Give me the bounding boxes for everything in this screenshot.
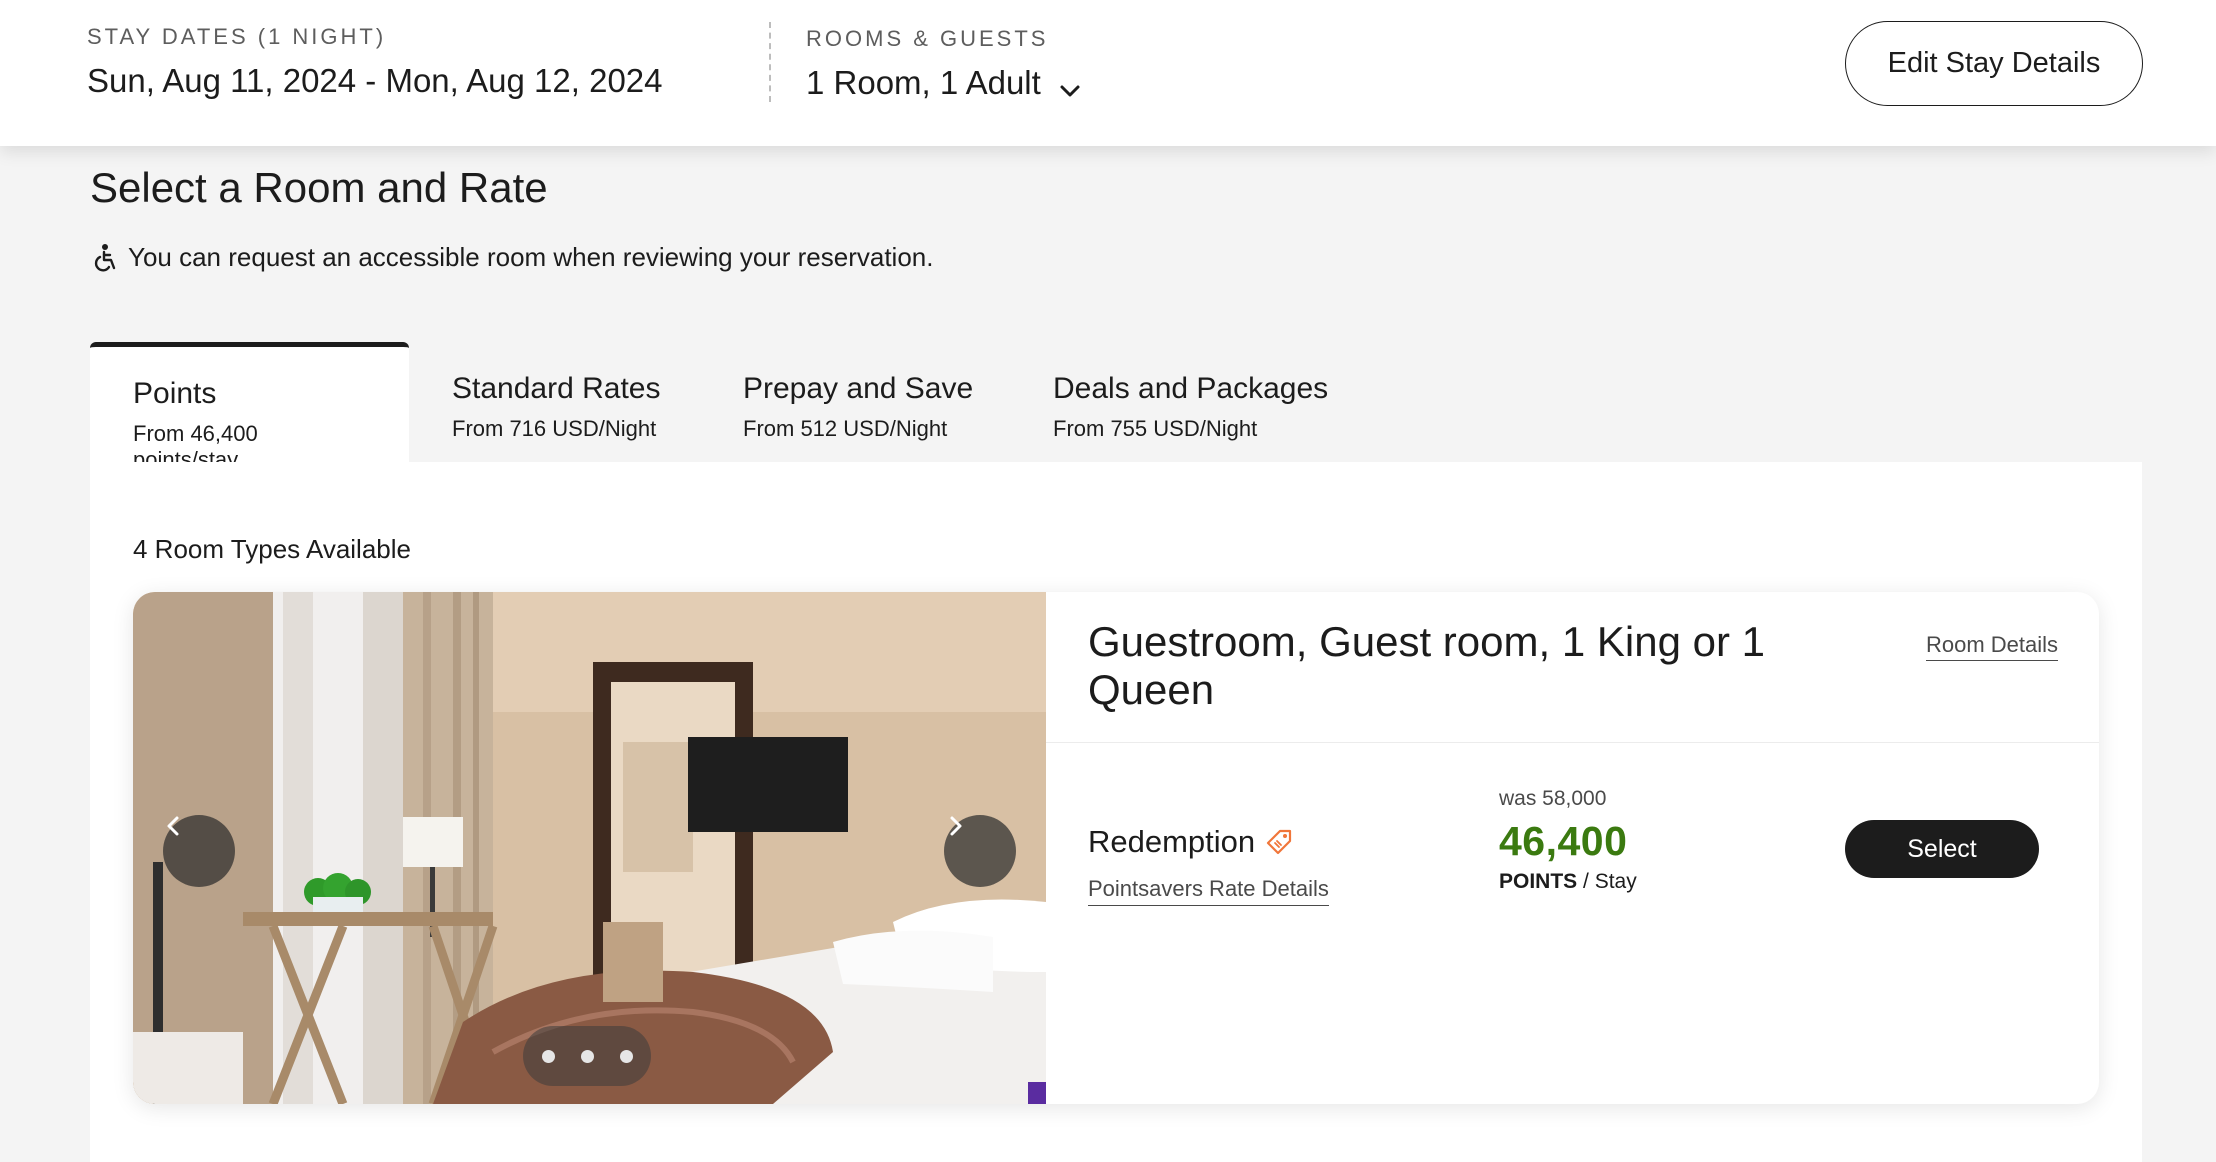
carousel-next-button[interactable] xyxy=(944,815,1016,887)
tab-label: Prepay and Save xyxy=(743,372,974,405)
accessibility-note: You can request an accessible room when … xyxy=(92,242,933,273)
stay-dates-value: Sun, Aug 11, 2024 - Mon, Aug 12, 2024 xyxy=(87,62,663,99)
rooms-guests-label: ROOMS & GUESTS xyxy=(806,26,1049,51)
rate-name: Redemption xyxy=(1088,824,1293,860)
room-types-count: 4 Room Types Available xyxy=(133,534,411,564)
select-rate-button[interactable]: Select xyxy=(1845,820,2039,878)
price-unit-bold: POINTS xyxy=(1499,870,1578,893)
tab-prepay-and-save[interactable]: Prepay and Save From 512 USD/Night xyxy=(700,342,1016,462)
edit-stay-details-button[interactable]: Edit Stay Details xyxy=(1845,21,2143,106)
tab-points[interactable]: Points From 46,400 points/stay xyxy=(90,342,409,472)
carousel-dot[interactable] xyxy=(619,1049,633,1063)
price-unit: POINTS / Stay xyxy=(1499,870,1637,894)
room-card: Guestroom, Guest room, 1 King or 1 Queen… xyxy=(133,592,2099,1104)
room-details-link[interactable]: Room Details xyxy=(1926,632,2059,661)
chevron-down-icon xyxy=(1059,72,1081,97)
room-photo xyxy=(133,592,1046,1104)
points-price: 46,400 xyxy=(1499,818,1628,864)
rates-panel: 4 Room Types Available Guestroom, Guest … xyxy=(90,462,2142,1162)
tab-deals-and-packages[interactable]: Deals and Packages From 755 USD/Night xyxy=(1010,342,1371,462)
tab-sublabel: From 755 USD/Night xyxy=(1053,416,1258,441)
tab-label: Points xyxy=(133,377,217,410)
room-title: Guestroom, Guest room, 1 King or 1 Queen xyxy=(1088,618,1765,713)
rooms-guests: ROOMS & GUESTS 1 Room, 1 Adult xyxy=(806,26,1081,102)
pointsavers-rate-details-link[interactable]: Pointsavers Rate Details xyxy=(1088,876,1329,906)
rooms-guests-value: 1 Room, 1 Adult xyxy=(806,64,1041,101)
tag-icon xyxy=(1265,828,1293,856)
divider xyxy=(769,22,771,102)
original-price: was 58,000 xyxy=(1499,787,1607,810)
carousel-dot[interactable] xyxy=(541,1049,555,1063)
page-title: Select a Room and Rate xyxy=(90,164,548,211)
accessibility-icon xyxy=(92,243,118,273)
stay-dates: STAY DATES (1 NIGHT) Sun, Aug 11, 2024 -… xyxy=(87,24,663,100)
carousel-dot[interactable] xyxy=(580,1049,594,1063)
tab-label: Standard Rates xyxy=(452,372,661,405)
carousel-prev-button[interactable] xyxy=(163,815,235,887)
divider xyxy=(1046,742,2099,743)
rate-name-text: Redemption xyxy=(1088,824,1256,859)
tab-standard-rates[interactable]: Standard Rates From 716 USD/Night xyxy=(409,342,703,462)
stay-summary-bar: STAY DATES (1 NIGHT) Sun, Aug 11, 2024 -… xyxy=(0,0,2216,146)
price-unit-rest: / Stay xyxy=(1577,870,1637,893)
tab-sublabel: From 512 USD/Night xyxy=(743,416,948,441)
rooms-guests-dropdown[interactable]: 1 Room, 1 Adult xyxy=(806,64,1081,102)
carousel-indicators xyxy=(523,1026,651,1086)
accessibility-note-text: You can request an accessible room when … xyxy=(128,242,934,272)
tab-label: Deals and Packages xyxy=(1053,372,1329,405)
stay-dates-label: STAY DATES (1 NIGHT) xyxy=(87,24,387,49)
tab-sublabel: From 716 USD/Night xyxy=(452,416,657,441)
